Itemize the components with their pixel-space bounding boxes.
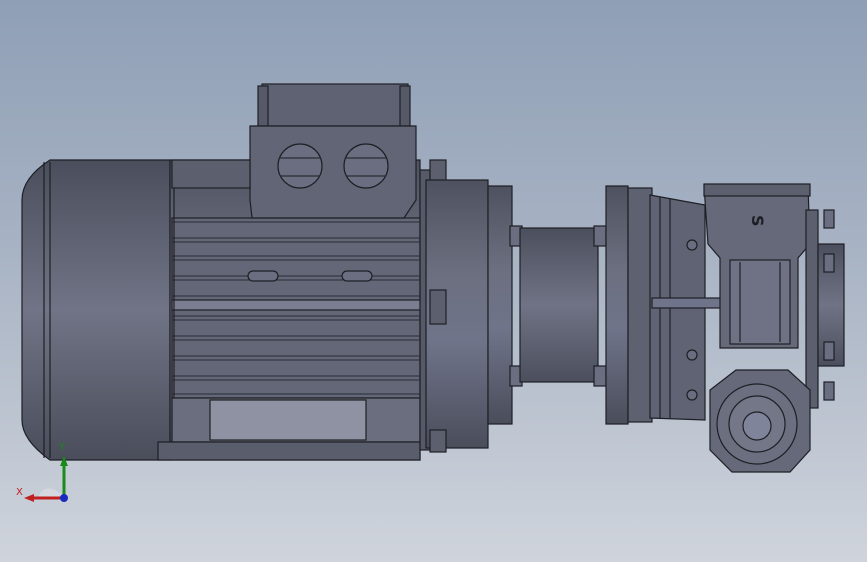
pump-casing-marking: S bbox=[748, 215, 767, 227]
graphics-viewport[interactable]: S X Y bbox=[0, 0, 867, 562]
motor-fan-cover bbox=[21, 159, 171, 461]
pump-flange bbox=[605, 185, 653, 425]
x-axis-label: X bbox=[16, 487, 23, 498]
coupling-shaft bbox=[519, 225, 607, 387]
y-axis-arrowhead bbox=[60, 456, 68, 466]
pump-side-port bbox=[805, 209, 845, 409]
pump-inlet bbox=[709, 369, 811, 473]
pump-motor-model[interactable]: S bbox=[0, 0, 867, 562]
orientation-triad[interactable] bbox=[10, 440, 80, 510]
motor-flange bbox=[419, 159, 523, 453]
y-axis-label: Y bbox=[59, 442, 66, 453]
x-axis-arrowhead bbox=[24, 494, 34, 502]
motor-feet bbox=[157, 397, 421, 461]
z-axis-dot bbox=[60, 494, 68, 502]
pump-outlet bbox=[703, 183, 811, 349]
